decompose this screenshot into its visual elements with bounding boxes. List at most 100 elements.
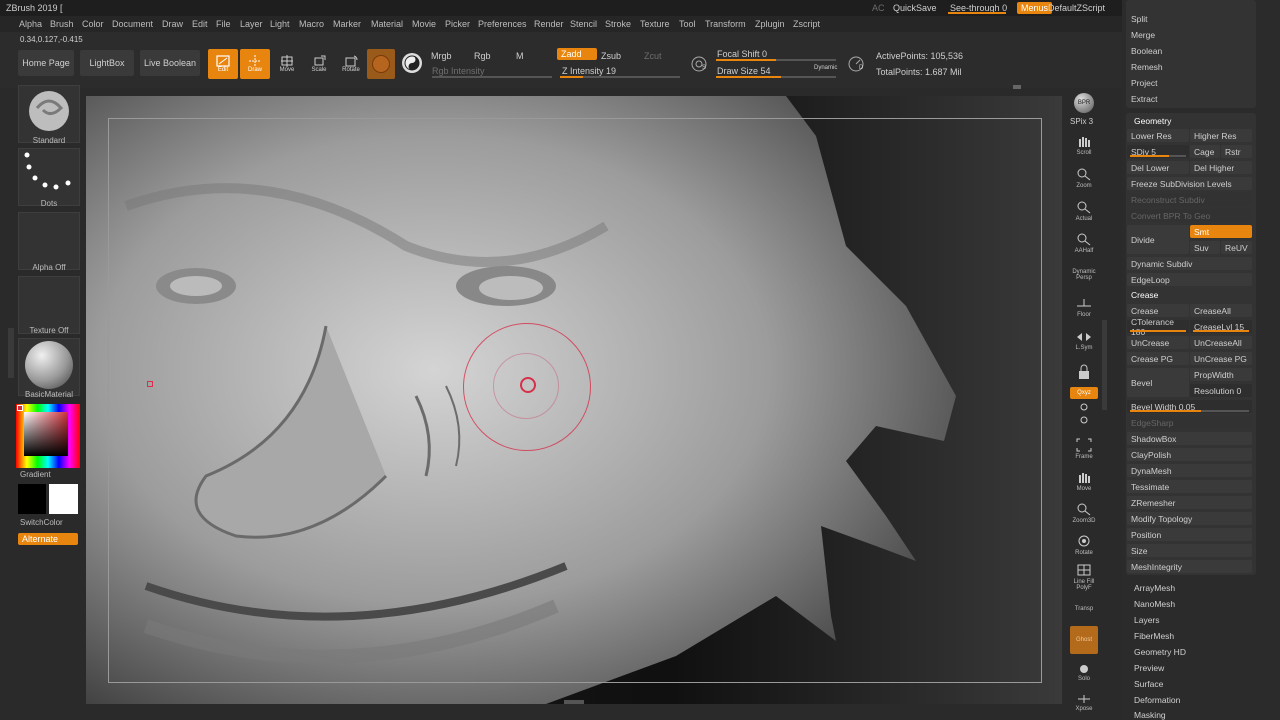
menu-light[interactable]: Light [270, 19, 290, 29]
rotate-view-button[interactable]: Rotate [1068, 530, 1100, 560]
menu-draw[interactable]: Draw [162, 19, 183, 29]
crease-pg-button[interactable]: Crease PG [1127, 352, 1189, 365]
focal-shift-slider[interactable]: Focal Shift 0 [717, 49, 767, 59]
del-higher-button[interactable]: Del Higher [1190, 161, 1252, 174]
scale-mode-button[interactable]: Scale [304, 49, 334, 79]
uncrease-pg-button[interactable]: UnCrease PG [1190, 352, 1252, 365]
merge-menu[interactable]: Merge [1131, 30, 1155, 40]
bpr-button[interactable]: BPR [1068, 88, 1100, 118]
menu-picker[interactable]: Picker [445, 19, 470, 29]
uncrease-button[interactable]: UnCrease [1127, 336, 1189, 349]
crease-subpalette-header[interactable]: Crease [1131, 290, 1158, 300]
project-menu[interactable]: Project [1131, 78, 1157, 88]
menu-transform[interactable]: Transform [705, 19, 746, 29]
edgesharp-slider[interactable]: EdgeSharp [1127, 416, 1252, 429]
split-menu[interactable]: Split [1131, 14, 1148, 24]
aahalf-button[interactable]: AAHalf [1068, 228, 1100, 258]
focal-shift-curve-button[interactable]: S [690, 55, 710, 75]
menu-texture[interactable]: Texture [640, 19, 670, 29]
menu-macro[interactable]: Macro [299, 19, 324, 29]
secondary-color-swatch[interactable] [18, 484, 46, 514]
draw-mode-button[interactable]: Draw [240, 49, 270, 79]
rstr-button[interactable]: Rstr [1221, 145, 1252, 158]
polyf-button[interactable]: Line Fill PolyF [1068, 562, 1100, 592]
rgb-toggle[interactable]: Rgb [474, 51, 491, 61]
layers-menu[interactable]: Layers [1134, 615, 1160, 625]
viewport-scroll-handle[interactable] [564, 700, 584, 704]
z-intensity-slider[interactable]: Z Intensity 19 [562, 66, 616, 76]
remesh-menu[interactable]: Remesh [1131, 62, 1163, 72]
menu-alpha[interactable]: Alpha [19, 19, 42, 29]
reconstruct-subdiv-button[interactable]: Reconstruct Subdiv [1127, 193, 1252, 206]
edgeloop-menu[interactable]: EdgeLoop [1127, 273, 1252, 286]
left-tray-handle[interactable] [8, 328, 14, 378]
frame-button[interactable]: Frame [1068, 434, 1100, 464]
reuv-button[interactable]: ReUV [1221, 241, 1252, 254]
masking-menu[interactable]: Masking [1134, 710, 1166, 720]
lightbox-button[interactable]: LightBox [80, 50, 134, 76]
tessimate-menu[interactable]: Tessimate [1127, 480, 1252, 493]
cage-button[interactable]: Cage [1190, 145, 1220, 158]
xyz-toggle[interactable]: Qxyz [1070, 387, 1098, 399]
fibermesh-menu[interactable]: FiberMesh [1134, 631, 1174, 641]
brush-thumbnail[interactable] [18, 85, 80, 143]
nanomesh-menu[interactable]: NanoMesh [1134, 599, 1175, 609]
convert-bpr-button[interactable]: Convert BPR To Geo [1127, 209, 1252, 222]
xpose-button[interactable]: Xpose [1068, 688, 1100, 718]
edit-mode-button[interactable]: Edit [208, 49, 238, 79]
rotation-axis-buttons[interactable] [1068, 400, 1100, 430]
default-zscript-button[interactable]: DefaultZScript [1048, 3, 1105, 13]
solo-button[interactable]: Solo [1068, 658, 1100, 688]
rgb-intensity-slider[interactable]: Rgb Intensity [432, 66, 485, 76]
geometry-header[interactable]: Geometry [1134, 116, 1171, 126]
dynamesh-menu[interactable]: DynaMesh [1127, 464, 1252, 477]
del-lower-button[interactable]: Del Lower [1127, 161, 1189, 174]
dynamic-size-toggle[interactable]: Dynamic [814, 65, 837, 71]
menu-render[interactable]: Render [534, 19, 564, 29]
zadd-toggle[interactable]: Zadd [557, 48, 597, 60]
scroll-button[interactable]: Scroll [1068, 130, 1100, 160]
menu-color[interactable]: Color [82, 19, 104, 29]
menus-toggle[interactable]: Menus [1017, 2, 1053, 14]
color-saturation-square[interactable] [24, 412, 68, 456]
shelf-collapse-handle[interactable] [1013, 85, 1021, 89]
uncrease-all-button[interactable]: UnCreaseAll [1190, 336, 1252, 349]
transp-button[interactable]: Transp [1068, 594, 1100, 624]
modify-topology-menu[interactable]: Modify Topology [1127, 512, 1252, 525]
crease-all-button[interactable]: CreaseAll [1190, 304, 1252, 317]
menu-brush[interactable]: Brush [50, 19, 74, 29]
mrgb-toggle[interactable]: Mrgb [431, 51, 452, 61]
menu-preferences[interactable]: Preferences [478, 19, 527, 29]
local-symmetry-button[interactable]: L.Sym [1068, 326, 1100, 356]
floor-button[interactable]: Floor [1068, 293, 1100, 323]
shadowbox-menu[interactable]: ShadowBox [1127, 432, 1252, 445]
position-menu[interactable]: Position [1127, 528, 1252, 541]
material-thumbnail[interactable] [18, 338, 80, 396]
menu-edit[interactable]: Edit [192, 19, 208, 29]
resolution-slider[interactable]: Resolution 0 [1190, 384, 1252, 397]
freeze-subdivision-button[interactable]: Freeze SubDivision Levels [1127, 177, 1252, 190]
meshintegrity-menu[interactable]: MeshIntegrity [1127, 560, 1252, 573]
menu-movie[interactable]: Movie [412, 19, 436, 29]
persp-button[interactable]: Dynamic Persp [1068, 260, 1100, 290]
menu-marker[interactable]: Marker [333, 19, 361, 29]
bevel-button[interactable]: Bevel [1127, 368, 1189, 397]
divide-button[interactable]: Divide [1127, 225, 1189, 254]
lock-button[interactable] [1068, 358, 1100, 388]
propwidth-toggle[interactable]: PropWidth [1190, 368, 1252, 381]
arraymesh-menu[interactable]: ArrayMesh [1134, 583, 1175, 593]
zremesher-menu[interactable]: ZRemesher [1127, 496, 1252, 509]
live-boolean-button[interactable]: Live Boolean [140, 50, 200, 76]
zcut-toggle[interactable]: Zcut [644, 51, 662, 61]
menu-zplugin[interactable]: Zplugin [755, 19, 785, 29]
lower-res-button[interactable]: Lower Res [1127, 129, 1189, 142]
menu-stencil[interactable]: Stencil [570, 19, 597, 29]
alpha-thumbnail[interactable] [18, 212, 80, 270]
switch-color-button[interactable]: SwitchColor [20, 518, 63, 527]
smt-toggle[interactable]: Smt [1190, 225, 1252, 238]
color-picker[interactable] [16, 404, 80, 468]
home-page-button[interactable]: Home Page [18, 50, 74, 76]
menu-stroke[interactable]: Stroke [605, 19, 631, 29]
gradient-toggle[interactable]: Gradient [20, 470, 51, 479]
claypolish-menu[interactable]: ClayPolish [1127, 448, 1252, 461]
